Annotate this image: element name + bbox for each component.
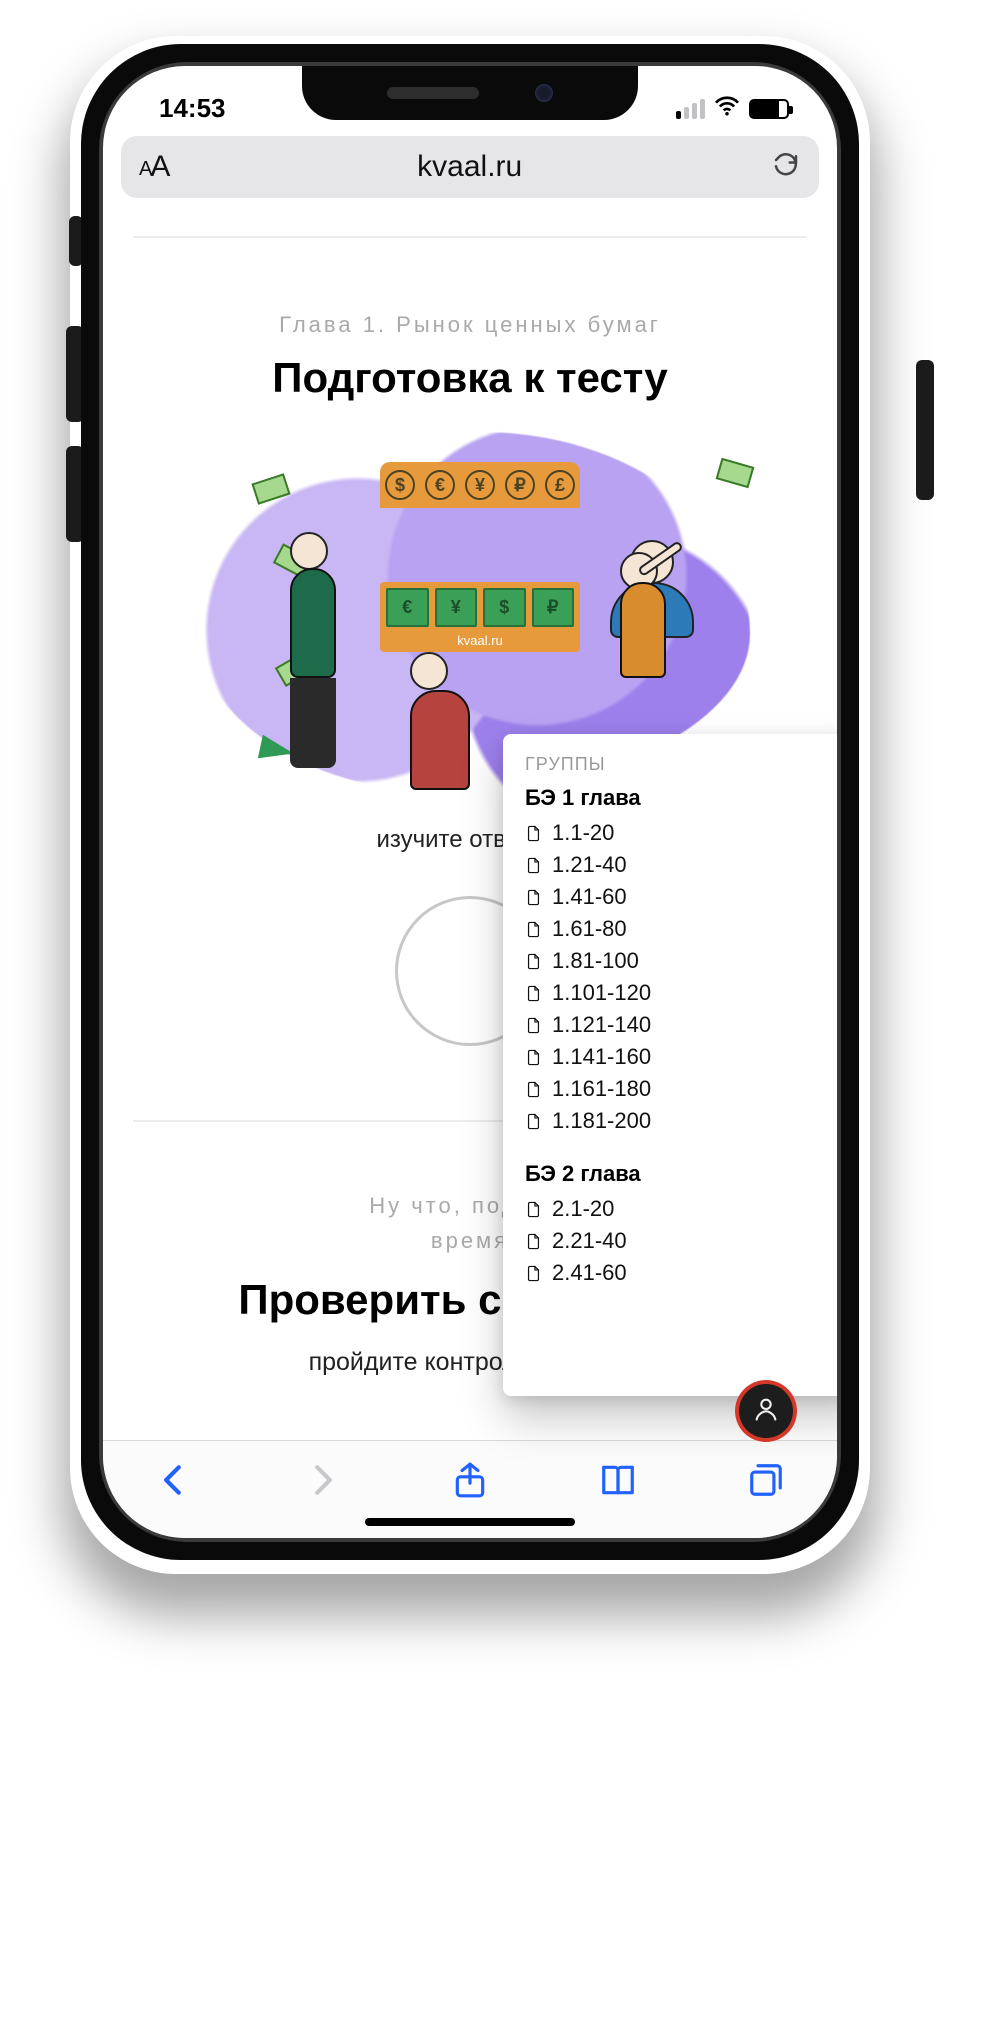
- group-item[interactable]: 2.21-40: [525, 1225, 837, 1257]
- group-items: 1.1-20 1.21-40 1.41-60 1.61-80 1.81-100 1.101…: [525, 817, 837, 1137]
- document-icon: [525, 983, 542, 1004]
- group-item-label: 1.1-20: [552, 820, 614, 846]
- group-item[interactable]: 2.41-60: [525, 1257, 837, 1289]
- document-icon: [525, 1111, 542, 1132]
- document-icon: [525, 1199, 542, 1220]
- illustration-brand: kvaal.ru: [380, 633, 580, 652]
- document-icon: [525, 855, 542, 876]
- person-icon: [752, 1395, 780, 1428]
- group-item[interactable]: 1.141-160: [525, 1041, 837, 1073]
- group-items: 2.1-20 2.21-40 2.41-60: [525, 1193, 837, 1289]
- document-icon: [525, 1015, 542, 1036]
- group-title: БЭ 1 глава: [525, 785, 837, 811]
- group-item-label: 2.21-40: [552, 1228, 627, 1254]
- status-time: 14:53: [147, 93, 226, 124]
- speaker-grille: [387, 87, 479, 99]
- share-button[interactable]: [443, 1453, 497, 1507]
- text-size-button[interactable]: AA: [139, 150, 168, 184]
- group-item[interactable]: 1.181-200: [525, 1105, 837, 1137]
- document-icon: [525, 1079, 542, 1100]
- group-item-label: 1.161-180: [552, 1076, 651, 1102]
- url-text: kvaal.ru: [417, 150, 522, 184]
- front-camera: [535, 84, 553, 102]
- notch: [302, 66, 638, 120]
- group-item[interactable]: 1.161-180: [525, 1073, 837, 1105]
- group-item-label: 1.141-160: [552, 1044, 651, 1070]
- home-indicator[interactable]: [365, 1518, 575, 1526]
- group-item[interactable]: 2.1-20: [525, 1193, 837, 1225]
- group-item-label: 1.81-100: [552, 948, 639, 974]
- group-item[interactable]: 1.21-40: [525, 849, 837, 881]
- group-item-label: 1.41-60: [552, 884, 627, 910]
- profile-fab[interactable]: [739, 1384, 793, 1438]
- browser-url-bar[interactable]: AA kvaal.ru: [121, 136, 819, 198]
- group-item-label: 1.121-140: [552, 1012, 651, 1038]
- phone-inner-frame: 14:53 AA kvaal.ru: [99, 62, 841, 1542]
- group-item-label: 1.21-40: [552, 852, 627, 878]
- group-item[interactable]: 1.81-100: [525, 945, 837, 977]
- group-item[interactable]: 1.101-120: [525, 977, 837, 1009]
- group-item[interactable]: 1.1-20: [525, 817, 837, 849]
- group-item[interactable]: 1.121-140: [525, 1009, 837, 1041]
- document-icon: [525, 1263, 542, 1284]
- group-item-label: 1.61-80: [552, 916, 627, 942]
- screen: 14:53 AA kvaal.ru: [103, 66, 837, 1538]
- groups-label: ГРУППЫ: [525, 754, 837, 775]
- tabs-button[interactable]: [739, 1453, 793, 1507]
- document-icon: [525, 1231, 542, 1252]
- document-icon: [525, 919, 542, 940]
- forward-button[interactable]: [295, 1453, 349, 1507]
- wifi-icon: [713, 93, 741, 124]
- divider: [133, 236, 807, 238]
- group-item-label: 2.1-20: [552, 1196, 614, 1222]
- document-icon: [525, 887, 542, 908]
- chapter-line: Глава 1. Рынок ценных бумаг: [133, 312, 807, 338]
- back-button[interactable]: [147, 1453, 201, 1507]
- group-item-label: 1.181-200: [552, 1108, 651, 1134]
- document-icon: [525, 823, 542, 844]
- group-title: БЭ 2 глава: [525, 1161, 837, 1187]
- page-title: Подготовка к тесту: [133, 354, 807, 402]
- group-item-label: 2.41-60: [552, 1260, 627, 1286]
- group-item[interactable]: 1.61-80: [525, 913, 837, 945]
- groups-dropdown-panel[interactable]: ГРУППЫ БЭ 1 глава 1.1-201.21-401.41-601.…: [503, 734, 837, 1396]
- reload-button[interactable]: [771, 150, 801, 185]
- phone-frame: 14:53 AA kvaal.ru: [81, 44, 859, 1560]
- group-item[interactable]: 1.41-60: [525, 881, 837, 913]
- cell-signal-icon: [676, 99, 705, 119]
- document-icon: [525, 951, 542, 972]
- battery-icon: [749, 99, 789, 119]
- document-icon: [525, 1047, 542, 1068]
- bookmarks-button[interactable]: [591, 1453, 645, 1507]
- power-button[interactable]: [916, 360, 934, 500]
- group-item-label: 1.101-120: [552, 980, 651, 1006]
